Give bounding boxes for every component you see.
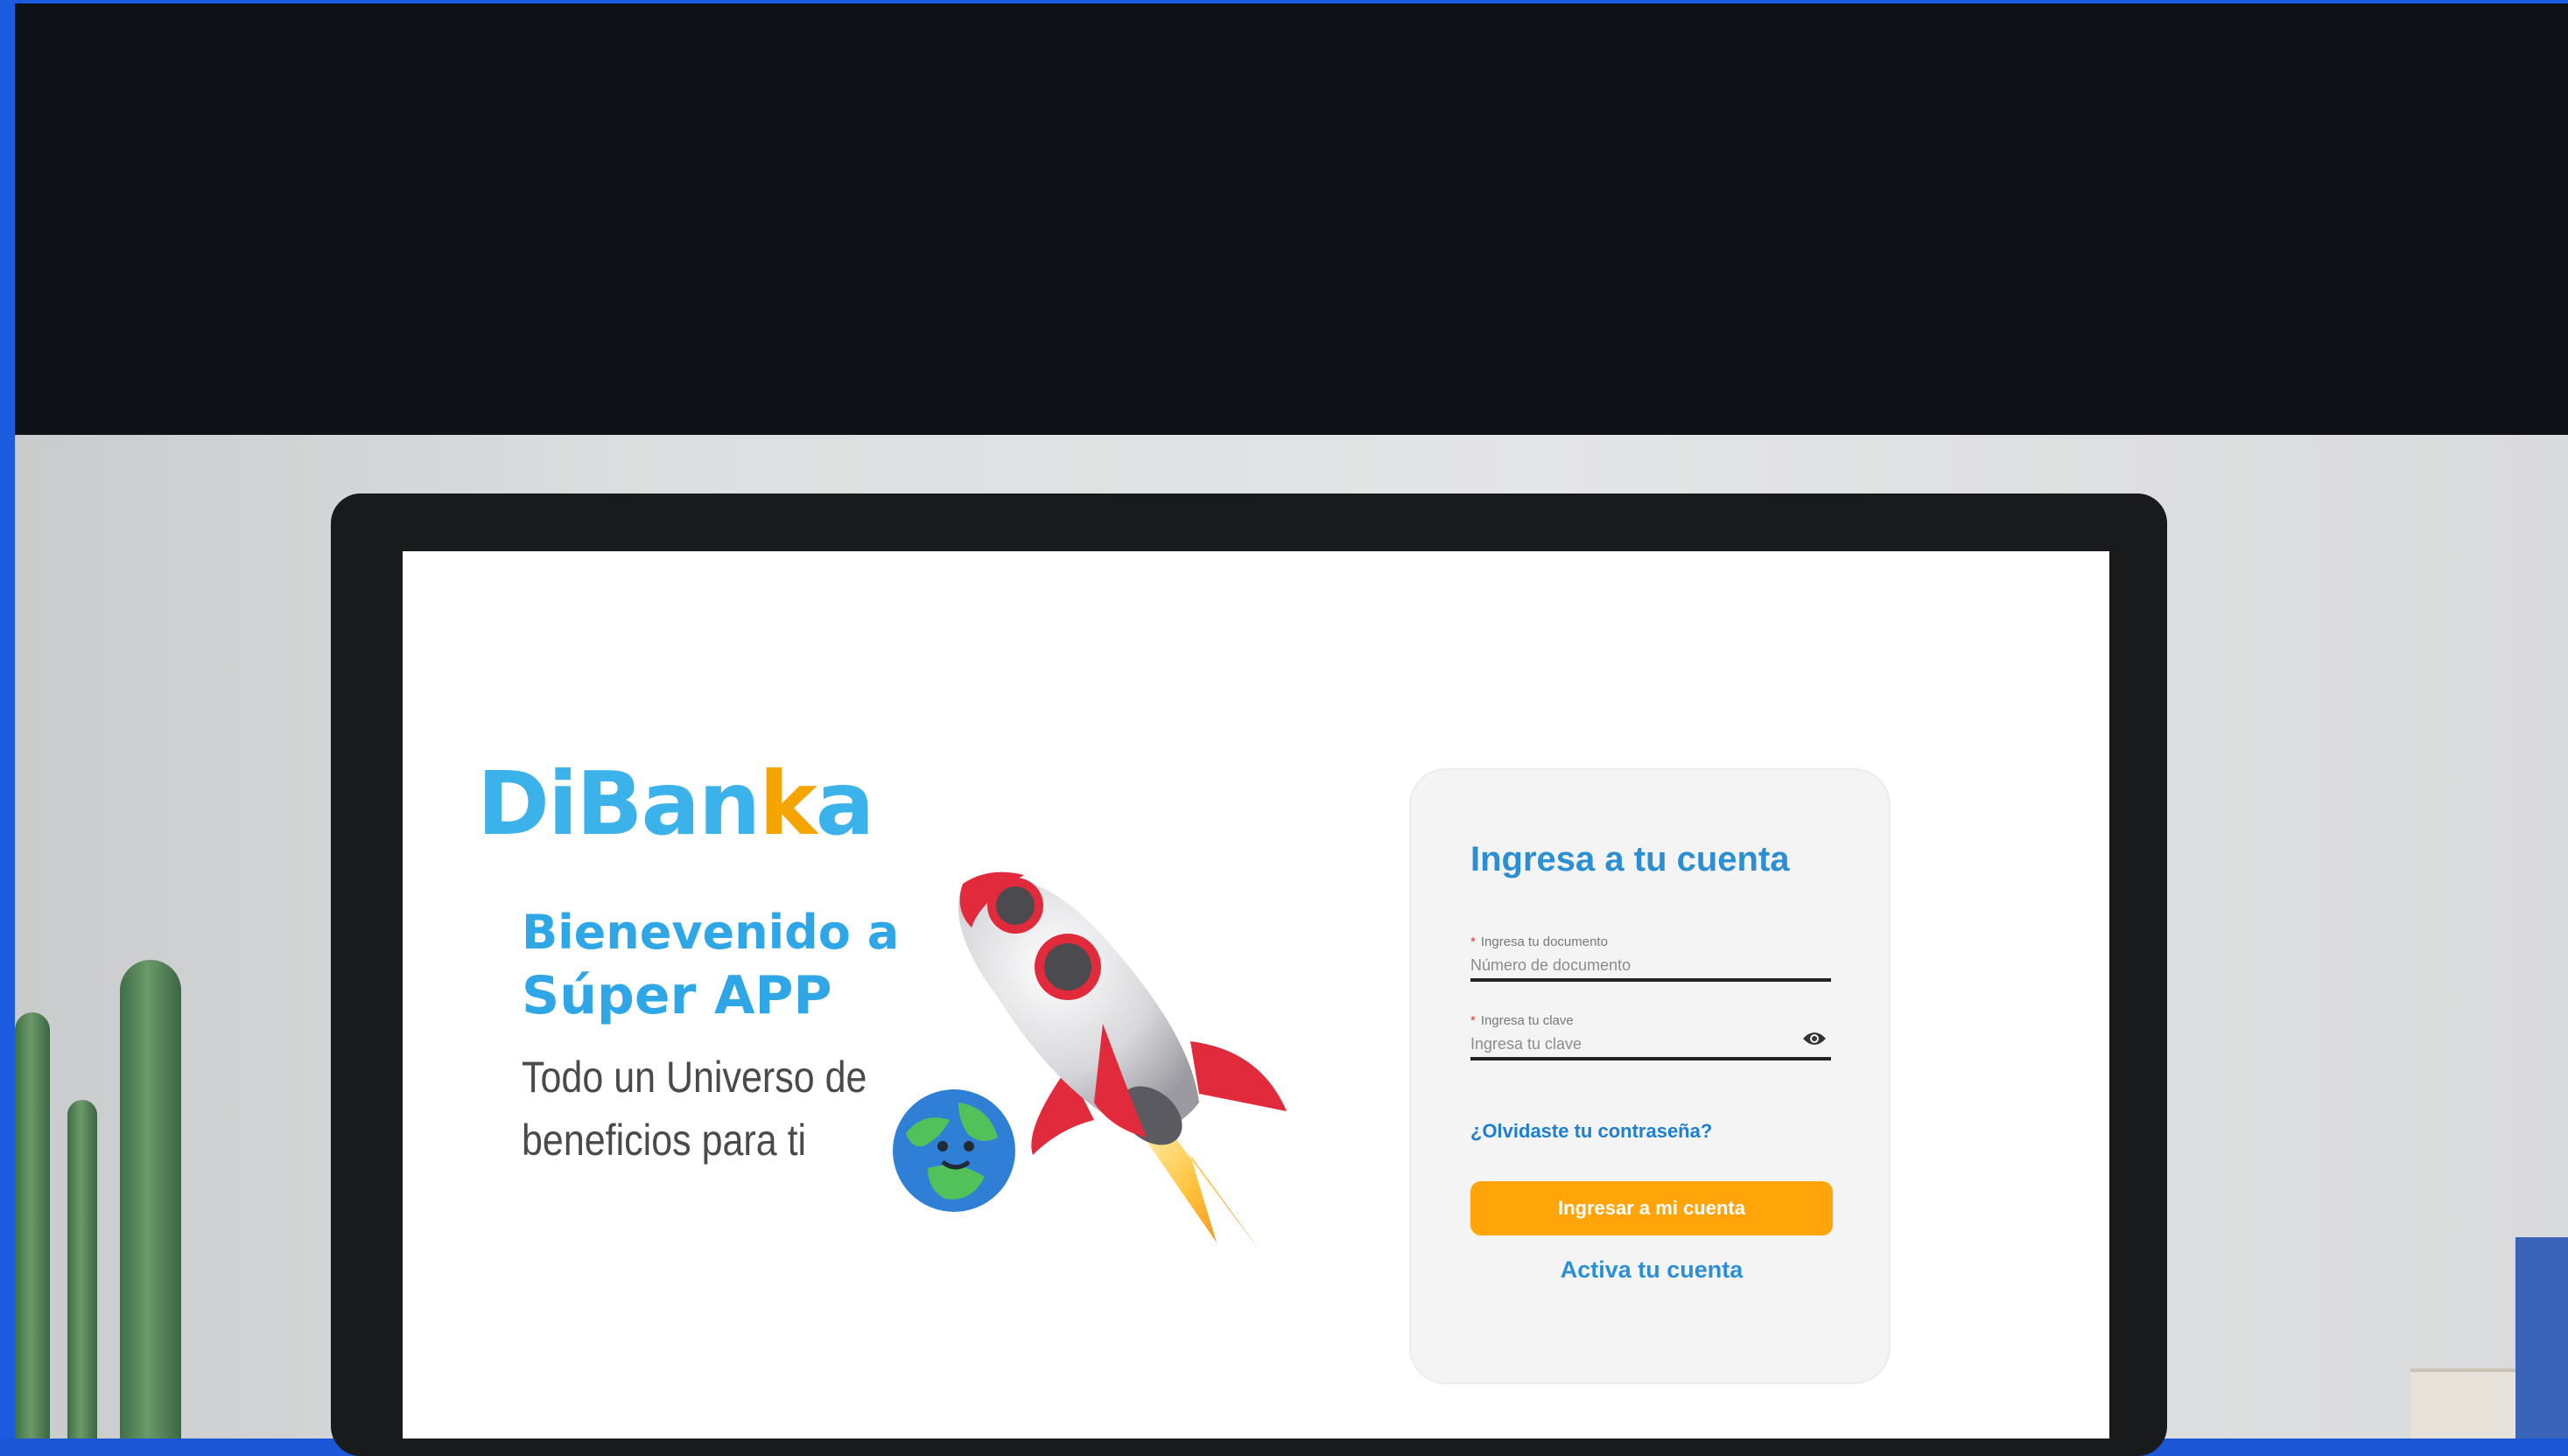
password-label: * Ingresa tu clave — [1470, 1013, 1574, 1028]
welcome-heading: Bienevenido a Súper APP — [522, 901, 924, 1027]
required-mark: * — [1470, 934, 1476, 949]
cactus-decoration — [120, 960, 181, 1438]
tagline-text: Todo un Universo de beneficios para ti — [522, 1046, 913, 1172]
tagline-line: Todo un Universo de — [522, 1053, 867, 1102]
document-label: * Ingresa tu documento — [1470, 934, 1608, 949]
dark-header-band — [15, 4, 2568, 435]
required-mark: * — [1470, 1013, 1476, 1028]
cactus-decoration — [15, 1012, 50, 1438]
activate-account-link[interactable]: Activa tu cuenta — [1470, 1256, 1833, 1284]
login-button[interactable]: Ingresar a mi cuenta — [1470, 1181, 1833, 1236]
monitor-screen: DiBanka Bienevenido a Súper APP Todo un … — [403, 551, 2109, 1438]
login-card: Ingresa a tu cuenta * Ingresa tu document… — [1409, 768, 1891, 1384]
login-title: Ingresa a tu cuenta — [1470, 840, 1790, 878]
planet-illustration — [893, 1089, 1015, 1212]
tagline-line: beneficios para ti — [522, 1116, 807, 1165]
eye-icon[interactable] — [1802, 1030, 1827, 1047]
password-label-text: Ingresa tu clave — [1480, 1013, 1574, 1028]
cactus-decoration — [67, 1100, 97, 1438]
photo-background: DiBanka Bienevenido a Súper APP Todo un … — [0, 0, 2568, 1456]
welcome-line: Súper APP — [522, 965, 832, 1026]
welcome-line: Bienevenido a — [522, 905, 900, 960]
document-label-text: Ingresa tu documento — [1480, 934, 1608, 949]
forgot-password-link[interactable]: ¿Olvidaste tu contraseña? — [1470, 1120, 1712, 1143]
document-input[interactable] — [1470, 952, 1831, 982]
dibanka-logo: DiBanka — [477, 752, 874, 855]
password-input[interactable] — [1470, 1031, 1831, 1060]
